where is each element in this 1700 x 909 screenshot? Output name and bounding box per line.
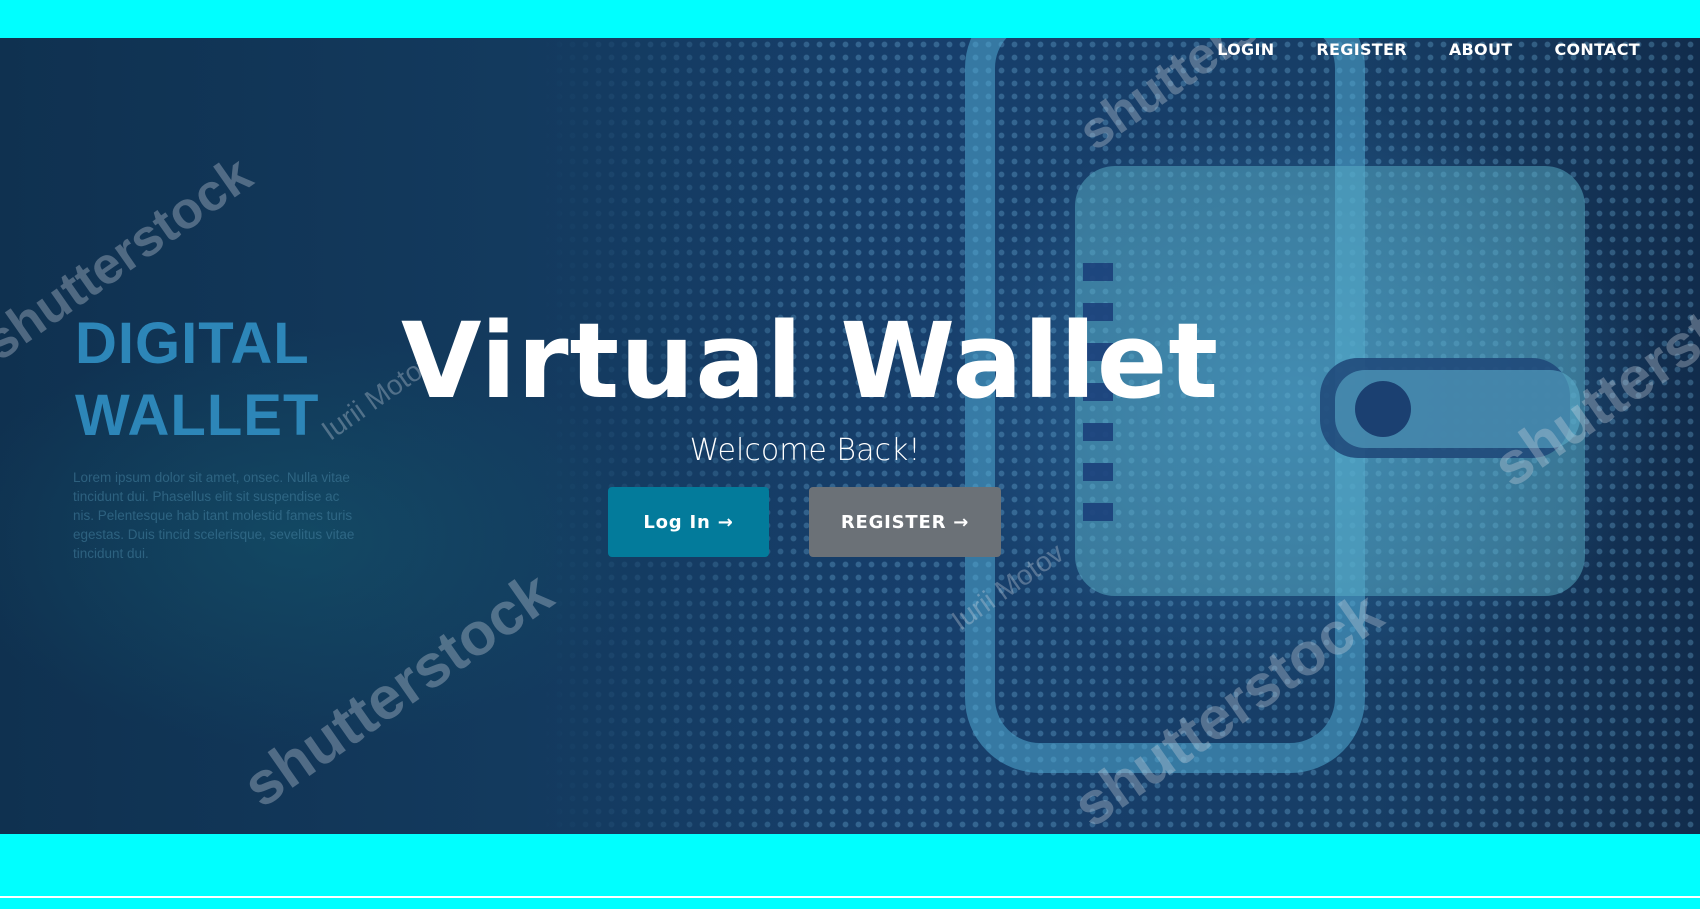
nav-register-link[interactable]: REGISTER [1316,40,1406,59]
background-lorem-text: Lorem ipsum dolor sit amet, onsec. Nulla… [73,470,355,561]
register-button[interactable]: REGISTER → [809,487,1001,557]
nav-about-link[interactable]: ABOUT [1449,40,1513,59]
bottom-divider [0,896,1700,898]
nav-contact-link[interactable]: CONTACT [1554,40,1640,59]
welcome-subtitle: Welcome Back! [689,433,921,468]
page-title: Virtual Wallet [400,300,1220,422]
nav-login-link[interactable]: LOGIN [1217,40,1274,59]
top-nav: LOGIN REGISTER ABOUT CONTACT [1217,40,1640,59]
login-button[interactable]: Log In → [608,487,769,557]
